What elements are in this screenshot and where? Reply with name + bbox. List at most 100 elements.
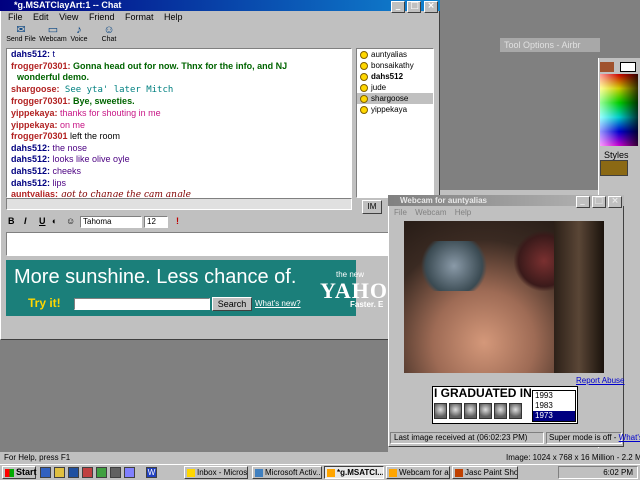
menu-file[interactable]: File [8, 12, 23, 22]
ad-search-button[interactable]: Search [212, 297, 252, 311]
user-list-item[interactable]: dahs512 [357, 71, 433, 82]
font-select[interactable]: Tahoma [80, 216, 142, 228]
chat-button[interactable]: ☺ Chat [92, 24, 126, 44]
quicklaunch-desktop-icon[interactable] [68, 467, 79, 478]
task-webcam[interactable]: Webcam for a... [386, 466, 450, 479]
send-file-button[interactable]: ✉ Send File [4, 24, 38, 44]
user-smiley-icon [360, 62, 368, 70]
task-microsoft-activ[interactable]: Microsoft Activ... [252, 466, 322, 479]
user-list-item[interactable]: yippekaya [357, 104, 433, 115]
year-option[interactable]: 1993 [533, 391, 575, 401]
message-username[interactable]: dahs512: [11, 166, 50, 176]
user-smiley-icon [360, 84, 368, 92]
ad-search-input[interactable] [74, 298, 210, 310]
webcam-video-feed [404, 221, 604, 373]
start-button[interactable]: Start [2, 466, 37, 479]
user-list-item[interactable]: shargoose [357, 93, 433, 104]
chat-message: frogger70301 left the room [11, 131, 351, 143]
year-option[interactable]: 1983 [533, 401, 575, 411]
chat-toolbar: ✉ Send File ▭ Webcam ♪ Voice ☺ Chat [0, 24, 440, 48]
year-option-selected[interactable]: 1973 [533, 411, 575, 421]
message-username[interactable]: yippekaya: [11, 120, 58, 130]
quicklaunch-outlook-icon[interactable] [82, 467, 93, 478]
menu-friend[interactable]: Friend [89, 12, 115, 22]
quicklaunch-ie-icon[interactable] [40, 467, 51, 478]
task-chat[interactable]: *g.MSATCl... [324, 466, 384, 479]
user-smiley-icon [360, 95, 368, 103]
message-username[interactable]: frogger70301: [11, 61, 71, 71]
menu-view[interactable]: View [59, 12, 78, 22]
message-username[interactable]: auntyalias: [11, 189, 58, 197]
format-toolbar: B I U ◐ ☺ ! [6, 216, 352, 230]
color-icon[interactable]: ◐ [52, 216, 57, 226]
foreground-color-swatch[interactable] [600, 62, 614, 72]
face-photo [509, 403, 522, 419]
bold-button[interactable]: B [8, 216, 15, 226]
quicklaunch-word-icon[interactable]: W [146, 467, 157, 478]
message-username[interactable]: dahs512: [11, 154, 50, 164]
quicklaunch-app-icon[interactable] [124, 467, 135, 478]
chat-message: yippekaya: thanks for shouting in me [11, 108, 351, 120]
chat-messages[interactable]: dahs512: t frogger70301: Gonna head out f… [6, 48, 352, 198]
quicklaunch-app-icon[interactable] [110, 467, 121, 478]
tool-options-title[interactable]: Tool Options - Airbr [500, 38, 600, 52]
chat-title: *g.MSATClayArt:1 -- Chat [14, 0, 122, 10]
graduation-year-list[interactable]: 1993 1983 1973 [532, 390, 576, 422]
message-username[interactable]: shargoose: [11, 84, 60, 94]
user-list-item[interactable]: jude [357, 82, 433, 93]
whats-this-link[interactable]: What's this? [619, 433, 640, 442]
message-username[interactable]: yippekaya: [11, 108, 58, 118]
face-photo [434, 403, 447, 419]
system-tray: 6:02 PM [558, 466, 638, 479]
webcam-title-bar[interactable]: Webcam for auntyalias _ □ × [388, 195, 624, 208]
user-list-item[interactable]: bonsaikathy [357, 60, 433, 71]
background-color-swatch[interactable] [620, 62, 636, 72]
chat-message: dahs512: cheeks [11, 166, 351, 178]
message-text: t [50, 49, 56, 59]
message-text: wonderful demo. [17, 72, 89, 83]
message-username[interactable]: frogger70301 [11, 131, 68, 141]
app-icon [255, 469, 263, 477]
message-username[interactable]: dahs512: [11, 178, 50, 188]
underline-button[interactable]: U [39, 216, 46, 226]
report-abuse-link[interactable]: Report Abuse [576, 376, 624, 385]
message-text: Gonna head out for now. Thnx for the inf… [70, 60, 288, 71]
message-input[interactable] [6, 232, 432, 256]
ad-whats-new-link[interactable]: What's new? [255, 299, 301, 308]
menu-edit[interactable]: Edit [33, 12, 49, 22]
webcam-menu-file[interactable]: File [394, 208, 407, 217]
message-text: looks like olive oyle [50, 154, 130, 165]
message-text: got to change the cam angle [58, 190, 191, 198]
chat-title-bar[interactable]: *g.MSATClayArt:1 -- Chat _ □ × [0, 0, 440, 13]
webcam-menu-webcam[interactable]: Webcam [415, 208, 446, 217]
horizontal-scrollbar[interactable] [6, 198, 352, 210]
user-list-item[interactable]: auntyalias [357, 49, 433, 60]
message-username[interactable]: dahs512: [11, 49, 50, 59]
alert-icon[interactable]: ! [176, 216, 179, 226]
task-inbox[interactable]: Inbox - Micros... [184, 466, 248, 479]
user-list[interactable]: auntyalias bonsaikathy dahs512 jude shargoos… [356, 48, 434, 198]
clock[interactable]: 6:02 PM [603, 468, 633, 477]
message-username[interactable]: dahs512: [11, 143, 50, 153]
voice-button[interactable]: ♪ Voice [62, 24, 96, 44]
face-photo [449, 403, 462, 419]
message-text: on me [57, 119, 86, 130]
im-button[interactable]: IM [362, 200, 382, 214]
ad-try-it: Try it! [28, 296, 61, 310]
message-text: thanks for shouting in me [57, 107, 161, 118]
menu-help[interactable]: Help [164, 12, 183, 22]
webcam-menu-help[interactable]: Help [455, 208, 471, 217]
task-paint-shop[interactable]: Jasc Paint Sho... [452, 466, 518, 479]
quicklaunch-folder-icon[interactable] [54, 467, 65, 478]
chat-message: frogger70301: Bye, sweeties. [11, 96, 351, 108]
chat-message: auntyalias: got to change the cam angle [11, 189, 351, 198]
menu-format[interactable]: Format [125, 12, 154, 22]
style-swatch[interactable] [600, 160, 628, 176]
italic-button[interactable]: I [24, 216, 27, 226]
font-size-select[interactable]: 12 [144, 216, 168, 228]
webcam-menubar: File Webcam Help [388, 207, 624, 219]
emoticon-icon[interactable]: ☺ [66, 216, 75, 226]
message-username[interactable]: frogger70301: [11, 96, 71, 106]
chat-app-icon [327, 469, 335, 477]
quicklaunch-app-icon[interactable] [96, 467, 107, 478]
